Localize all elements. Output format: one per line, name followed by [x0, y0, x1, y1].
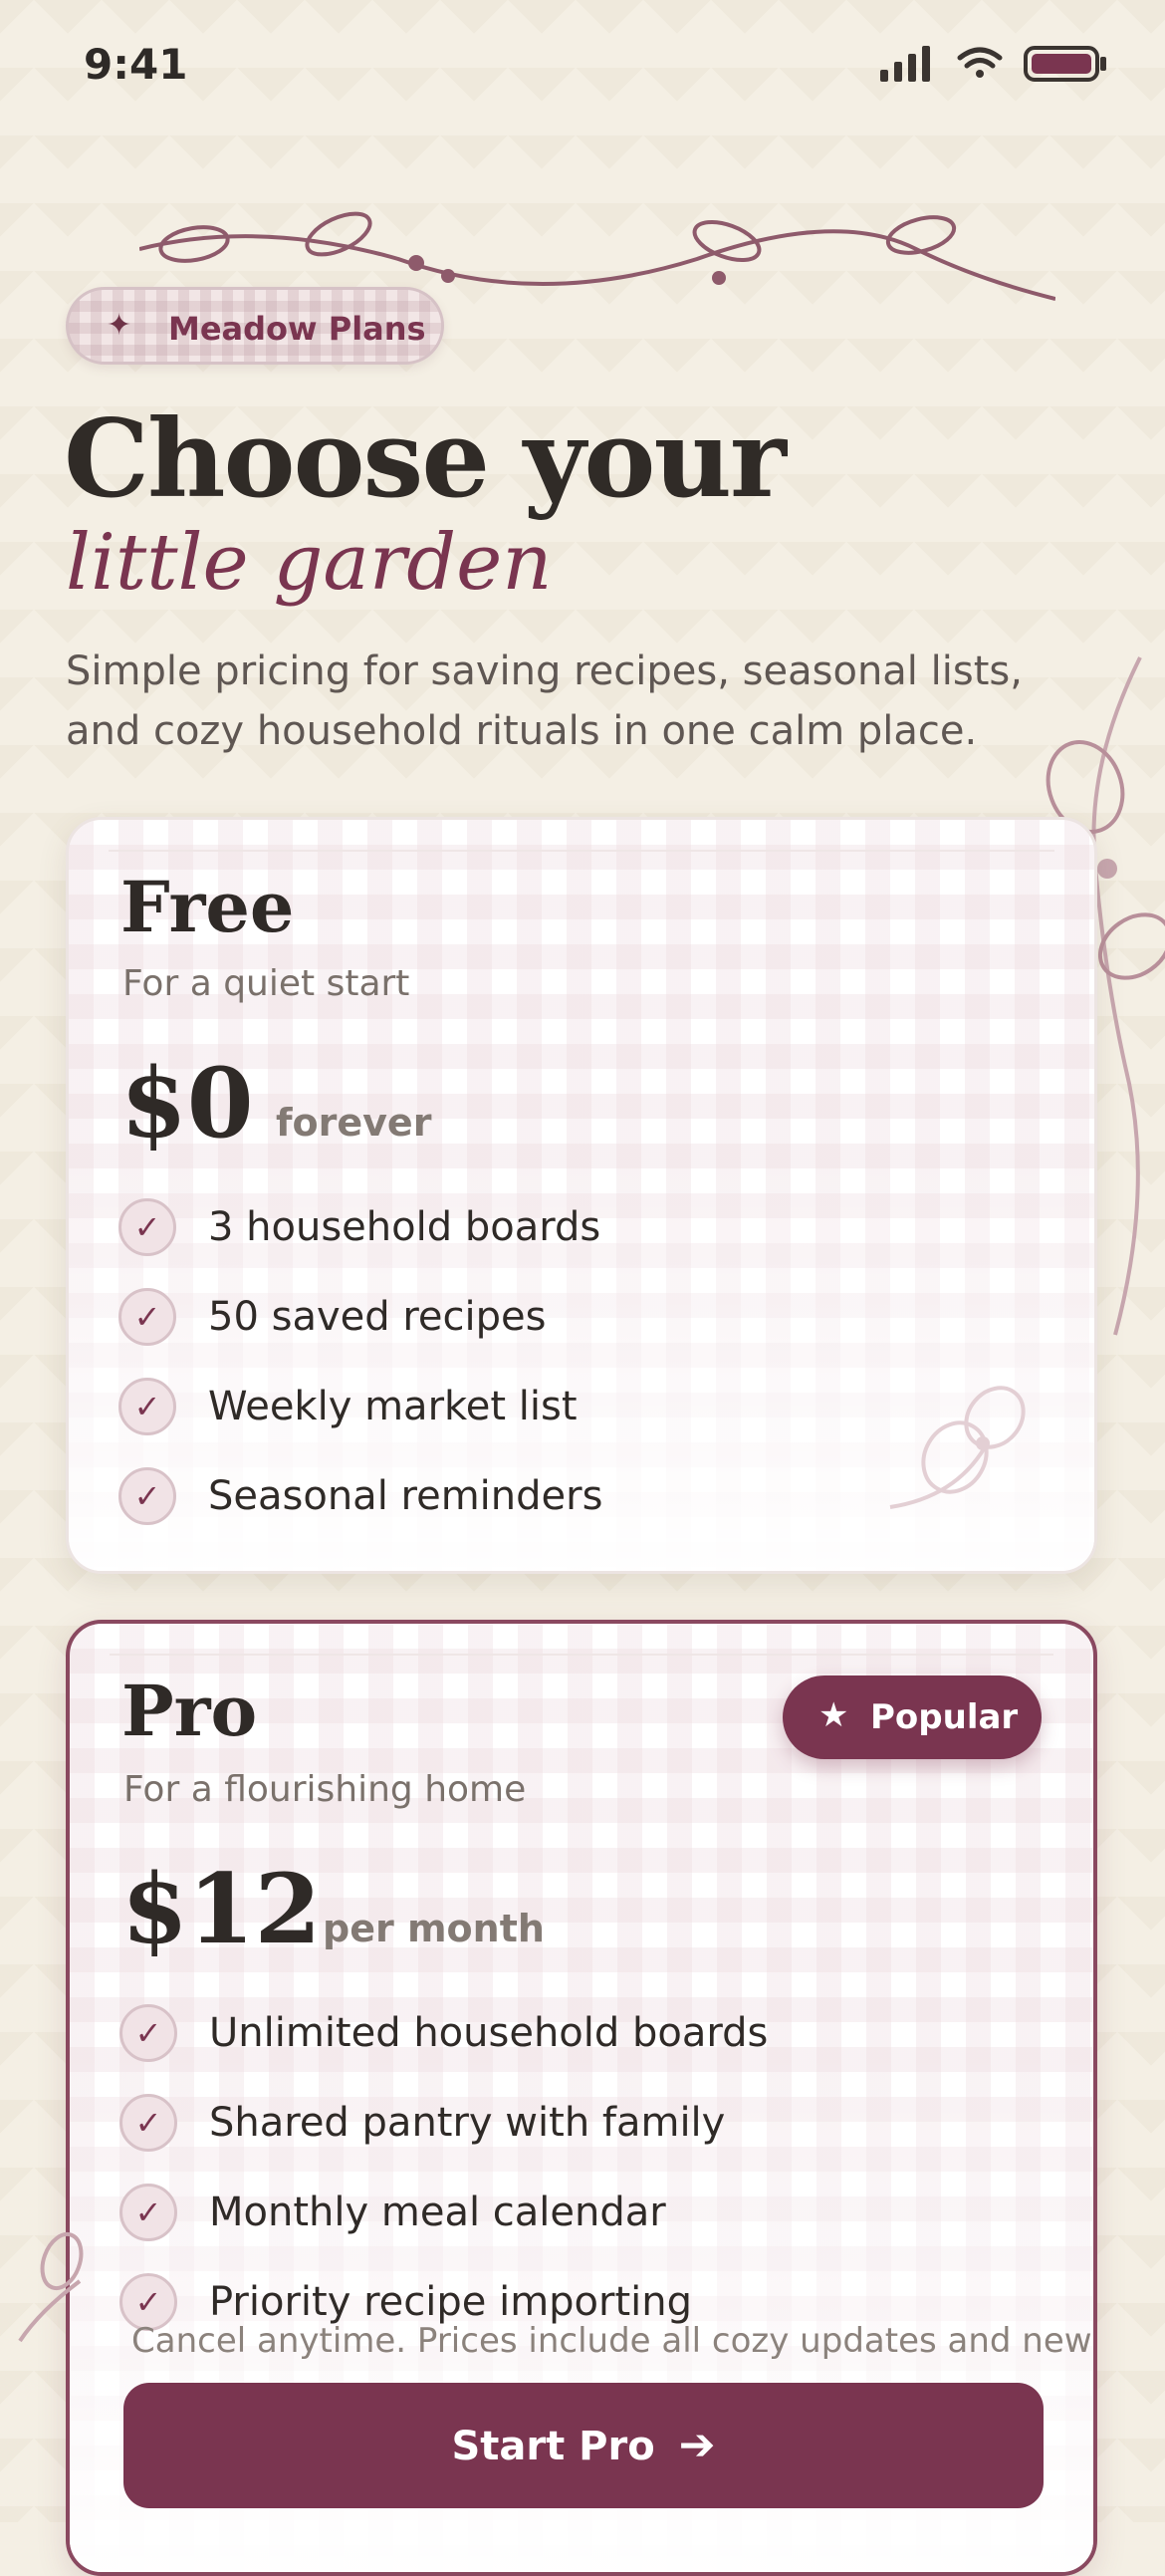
badge-label: Meadow Plans	[168, 310, 426, 348]
pricing-note: Cancel anytime. Prices include all cozy …	[131, 2321, 1092, 2361]
plan-card-pro[interactable]: Pro ★ Popular For a flourishing home $12…	[66, 1620, 1097, 2576]
start-pro-button[interactable]: Start Pro ➔	[123, 2383, 1044, 2508]
check-icon: ✓	[118, 1378, 176, 1435]
check-icon: ✓	[119, 2094, 177, 2152]
wifi-icon	[957, 47, 1003, 78]
check-icon: ✓	[119, 2004, 177, 2062]
arrow-right-icon: ➔	[678, 2420, 716, 2470]
plan-period: per month	[323, 1907, 545, 1950]
plan-period: forever	[276, 1101, 432, 1145]
plan-card-free[interactable]: Free For a quiet start $0 forever ✓ 3 hou…	[66, 817, 1097, 1574]
meadow-plans-badge: ✦ Meadow Plans	[66, 287, 444, 365]
status-bar: 9:41	[0, 0, 1165, 139]
plan-price: $0	[120, 1047, 254, 1159]
plan-name: Free	[120, 866, 295, 948]
check-icon: ✓	[118, 1198, 176, 1256]
leaf-decoration	[18, 2231, 84, 2343]
check-icon: ✓	[118, 1288, 176, 1346]
star-icon: ★	[818, 1695, 849, 1735]
check-icon: ✓	[119, 2184, 177, 2241]
check-icon: ✓	[118, 1467, 176, 1525]
signal-icon	[880, 46, 930, 82]
plan-price: $12	[121, 1853, 322, 1965]
sparkle-icon: ✦	[107, 308, 132, 343]
status-time: 9:41	[84, 40, 188, 89]
intro-text: Simple pricing for saving recipes, seaso…	[66, 648, 1023, 754]
plan-name: Pro	[121, 1670, 258, 1752]
plan-tagline: For a flourishing home	[123, 1769, 527, 1810]
status-icons	[880, 46, 1106, 82]
page-subtitle: little garden	[66, 518, 553, 608]
cta-label: Start Pro	[451, 2424, 655, 2469]
page-title: Choose your	[64, 396, 787, 522]
plan-tagline: For a quiet start	[122, 963, 410, 1004]
sprout-icon	[889, 1386, 1026, 1509]
battery-icon	[1024, 46, 1106, 82]
popular-badge: ★ Popular	[783, 1675, 1042, 1759]
